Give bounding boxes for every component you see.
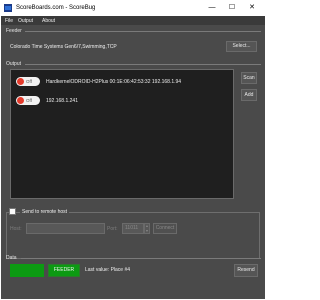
menubar: File Output About	[1, 16, 265, 25]
last-value-text: Last value: Place #4	[85, 267, 131, 273]
minimize-button[interactable]: —	[204, 2, 220, 14]
port-stepper[interactable]: ▲ ▼	[144, 223, 150, 234]
send-remote-checkbox[interactable]	[9, 208, 16, 215]
output-row[interactable]: Off HardkernelODROID-H2Plus 00:1E:06:42:…	[11, 76, 235, 87]
output-toggle[interactable]: Off	[16, 77, 40, 86]
toggle-knob	[17, 78, 24, 85]
add-button[interactable]: Add	[241, 89, 257, 101]
window-titlebar: ScoreBoards.com - ScoreBug — ☐ ✕	[0, 0, 266, 16]
menu-about[interactable]: About	[42, 18, 55, 24]
feeder-section-label: Feeder	[6, 28, 22, 34]
output-divider	[25, 64, 261, 65]
output-toggle[interactable]: Off	[16, 96, 40, 105]
output-row[interactable]: Off 192.168.1.241	[11, 95, 235, 106]
menu-output[interactable]: Output	[18, 18, 33, 24]
host-input[interactable]	[26, 223, 105, 234]
chevron-down-icon[interactable]: ▼	[145, 229, 149, 234]
data-section-label: Data	[6, 255, 17, 261]
output-row-label: 192.168.1.241	[46, 98, 78, 104]
toggle-knob	[17, 97, 24, 104]
scan-button[interactable]: Scan	[241, 72, 257, 84]
output-list[interactable]: Off HardkernelODROID-H2Plus 00:1E:06:42:…	[10, 69, 234, 199]
app-body: File Output About Feeder Colorado Time S…	[1, 16, 265, 299]
port-input[interactable]: 11011	[122, 223, 144, 234]
remote-host-group	[6, 212, 260, 259]
window-title: ScoreBoards.com - ScoreBug	[16, 5, 96, 11]
output-section-label: Output	[6, 61, 22, 67]
connect-button[interactable]: Connect	[153, 223, 177, 234]
host-label: Host:	[10, 226, 22, 232]
menu-file[interactable]: File	[5, 18, 13, 24]
feeder-divider	[25, 31, 261, 32]
data-divider	[21, 258, 261, 259]
toggle-state-label: Off	[26, 79, 32, 84]
app-icon	[4, 4, 12, 12]
send-remote-label: Send to remote host	[20, 209, 70, 215]
maximize-button[interactable]: ☐	[224, 2, 240, 14]
select-feeder-button[interactable]: Select...	[226, 41, 257, 52]
feeder-description: Colorado Time Systems Gen6/7,Swimming,TC…	[10, 44, 117, 50]
resend-button[interactable]: Resend	[234, 264, 258, 277]
toggle-state-label: Off	[26, 98, 32, 103]
output-row-label: HardkernelODROID-H2Plus 00:1E:06:42:53:3…	[46, 79, 182, 85]
feeder-button[interactable]: FEEDER	[48, 264, 80, 277]
close-button[interactable]: ✕	[244, 2, 260, 14]
status-indicator	[10, 264, 44, 277]
chevron-up-icon[interactable]: ▲	[145, 224, 149, 229]
port-label: Port:	[107, 226, 118, 232]
